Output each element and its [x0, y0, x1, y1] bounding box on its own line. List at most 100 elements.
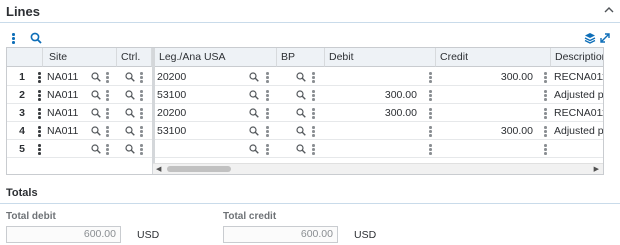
scroll-right-icon[interactable]: ▶	[594, 166, 599, 173]
credit-cell[interactable]	[439, 140, 533, 158]
credit-cell[interactable]: 300.00	[439, 68, 533, 86]
account-menu-icon[interactable]	[266, 90, 269, 101]
lookup-icon[interactable]	[296, 144, 306, 154]
credit-menu-icon[interactable]	[544, 72, 547, 83]
credit-menu-icon[interactable]	[544, 90, 547, 101]
search-icon[interactable]	[30, 32, 42, 44]
site-menu-icon[interactable]	[106, 72, 109, 83]
lookup-icon[interactable]	[125, 126, 135, 136]
bp-menu-icon[interactable]	[312, 144, 315, 155]
lookup-icon[interactable]	[91, 90, 101, 100]
credit-menu-icon[interactable]	[544, 108, 547, 119]
expand-icon[interactable]	[599, 32, 611, 44]
row-actions-icon[interactable]	[38, 144, 41, 155]
debit-menu-icon[interactable]	[429, 126, 432, 137]
site-cell[interactable]	[47, 140, 92, 158]
lookup-icon[interactable]	[249, 72, 259, 82]
site-menu-icon[interactable]	[106, 90, 109, 101]
ctrl-menu-icon[interactable]	[140, 90, 143, 101]
column-header-credit[interactable]: Credit	[436, 48, 551, 67]
lookup-icon[interactable]	[125, 108, 135, 118]
frozen-column-divider	[152, 48, 155, 174]
description-cell[interactable]: Adjusted pu	[554, 122, 603, 140]
debit-cell[interactable]	[329, 140, 417, 158]
account-menu-icon[interactable]	[266, 72, 269, 83]
lookup-icon[interactable]	[296, 108, 306, 118]
site-cell[interactable]: NA011	[47, 86, 92, 104]
account-menu-icon[interactable]	[266, 108, 269, 119]
lookup-icon[interactable]	[296, 90, 306, 100]
lookup-icon[interactable]	[125, 144, 135, 154]
description-cell[interactable]	[554, 140, 603, 158]
ctrl-menu-icon[interactable]	[140, 108, 143, 119]
ctrl-menu-icon[interactable]	[140, 72, 143, 83]
table-row: 2 NA011 53100 300.00 Adjusted pu	[7, 86, 603, 104]
account-cell[interactable]: 53100	[157, 122, 247, 140]
lookup-icon[interactable]	[125, 90, 135, 100]
lookup-icon[interactable]	[249, 108, 259, 118]
chevron-up-icon[interactable]	[604, 6, 614, 14]
lookup-icon[interactable]	[249, 144, 259, 154]
debit-cell[interactable]: 300.00	[329, 86, 417, 104]
lookup-icon[interactable]	[296, 126, 306, 136]
account-menu-icon[interactable]	[266, 126, 269, 137]
column-header-debit[interactable]: Debit	[325, 48, 436, 67]
debit-menu-icon[interactable]	[429, 72, 432, 83]
layers-icon[interactable]	[584, 32, 596, 44]
ctrl-menu-icon[interactable]	[140, 126, 143, 137]
column-header-description[interactable]: Description	[551, 48, 603, 67]
credit-menu-icon[interactable]	[544, 144, 547, 155]
bp-menu-icon[interactable]	[312, 108, 315, 119]
debit-cell[interactable]	[329, 68, 417, 86]
credit-cell[interactable]: 300.00	[439, 122, 533, 140]
scrollbar-thumb[interactable]	[167, 166, 231, 172]
lookup-icon[interactable]	[249, 90, 259, 100]
lookup-icon[interactable]	[91, 126, 101, 136]
debit-cell[interactable]: 300.00	[329, 104, 417, 122]
row-actions-icon[interactable]	[38, 108, 41, 119]
scroll-left-icon[interactable]: ◀	[156, 166, 161, 173]
site-menu-icon[interactable]	[106, 144, 109, 155]
lookup-icon[interactable]	[91, 108, 101, 118]
debit-cell[interactable]	[329, 122, 417, 140]
bp-menu-icon[interactable]	[312, 90, 315, 101]
lookup-icon[interactable]	[91, 144, 101, 154]
horizontal-scrollbar[interactable]: ◀ ▶	[153, 163, 603, 174]
account-cell[interactable]: 53100	[157, 86, 247, 104]
debit-menu-icon[interactable]	[429, 144, 432, 155]
site-cell[interactable]: NA011	[47, 122, 92, 140]
row-actions-icon[interactable]	[38, 126, 41, 137]
lookup-icon[interactable]	[296, 72, 306, 82]
ctrl-menu-icon[interactable]	[140, 144, 143, 155]
debit-menu-icon[interactable]	[429, 90, 432, 101]
column-header-bp[interactable]: BP	[277, 48, 325, 67]
lookup-icon[interactable]	[91, 72, 101, 82]
debit-menu-icon[interactable]	[429, 108, 432, 119]
column-header-ctrl[interactable]: Ctrl.	[117, 48, 152, 67]
row-actions-icon[interactable]	[38, 90, 41, 101]
credit-cell[interactable]	[439, 86, 533, 104]
row-number: 3	[19, 107, 25, 119]
bp-menu-icon[interactable]	[312, 126, 315, 137]
site-menu-icon[interactable]	[106, 108, 109, 119]
account-cell[interactable]: 20200	[157, 68, 247, 86]
account-menu-icon[interactable]	[266, 144, 269, 155]
lookup-icon[interactable]	[249, 126, 259, 136]
bp-menu-icon[interactable]	[312, 72, 315, 83]
table-row: 5	[7, 140, 603, 158]
credit-cell[interactable]	[439, 104, 533, 122]
toolbar-actions-icon[interactable]	[12, 33, 15, 44]
column-header-account[interactable]: Leg./Ana USA	[155, 48, 277, 67]
column-header-site[interactable]: Site	[43, 48, 117, 67]
account-cell[interactable]	[157, 140, 247, 158]
site-cell[interactable]: NA011	[47, 104, 92, 122]
description-cell[interactable]: RECNA0110	[554, 104, 603, 122]
account-cell[interactable]: 20200	[157, 104, 247, 122]
credit-menu-icon[interactable]	[544, 126, 547, 137]
description-cell[interactable]: Adjusted pu	[554, 86, 603, 104]
site-menu-icon[interactable]	[106, 126, 109, 137]
site-cell[interactable]: NA011	[47, 68, 92, 86]
lookup-icon[interactable]	[125, 72, 135, 82]
description-cell[interactable]: RECNA0110	[554, 68, 603, 86]
row-actions-icon[interactable]	[38, 72, 41, 83]
